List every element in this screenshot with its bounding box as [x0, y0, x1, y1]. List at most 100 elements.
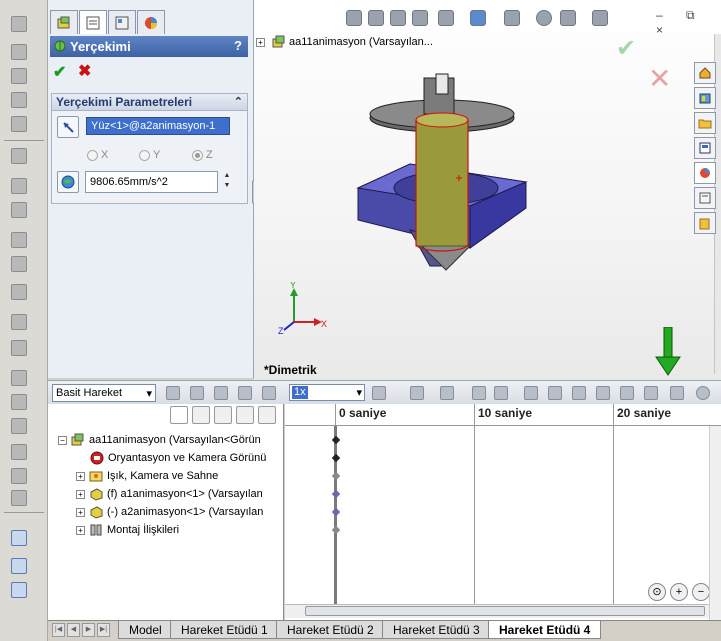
- autokey-icon[interactable]: [372, 386, 386, 400]
- expand-icon[interactable]: +: [256, 37, 265, 47]
- tree-row[interactable]: + (-) a2animasyon<1> (Varsayılan: [76, 503, 282, 521]
- autofit-tree-icon[interactable]: [258, 406, 276, 424]
- group-header[interactable]: Yerçekimi Parametreleri ⌃: [51, 93, 248, 111]
- view-settings-icon[interactable]: [592, 10, 608, 26]
- window-controls[interactable]: – ⧉ ×: [656, 8, 716, 37]
- axis-radio-y[interactable]: Y: [139, 149, 160, 161]
- hide-show-icon[interactable]: [11, 314, 27, 330]
- tree-row[interactable]: + (f) a1animasyon<1> (Varsayılan: [76, 485, 282, 503]
- filter-driving-icon[interactable]: [192, 406, 210, 424]
- apply-scene-icon[interactable]: [560, 10, 576, 26]
- zoom-to-fit-icon[interactable]: [346, 10, 362, 26]
- zoom-out-icon[interactable]: −: [692, 583, 710, 601]
- collapse-chevron-icon[interactable]: ⌃: [234, 94, 243, 110]
- animation-wizard-icon[interactable]: [440, 386, 454, 400]
- help-button[interactable]: ?: [234, 38, 242, 53]
- smart-dimension-icon[interactable]: [11, 44, 27, 60]
- direction-button[interactable]: [57, 116, 79, 138]
- confirm-corner-cancel-icon[interactable]: ✕: [648, 62, 671, 95]
- file-explorer-tab[interactable]: [694, 112, 716, 134]
- previous-tab-icon[interactable]: ◀: [67, 623, 80, 637]
- tab-study-3[interactable]: Hareket Etüdü 3: [382, 621, 491, 639]
- assembly-features-icon[interactable]: [11, 178, 27, 194]
- scrollbar-thumb[interactable]: [305, 606, 705, 616]
- insert-component-icon[interactable]: [11, 370, 27, 386]
- zoom-to-area-icon[interactable]: [368, 10, 384, 26]
- motion-study-properties-icon[interactable]: [644, 386, 658, 400]
- gravity-toolbar-icon[interactable]: [548, 386, 562, 400]
- value-spinner[interactable]: ▲ ▼: [220, 171, 234, 193]
- edit-component-icon[interactable]: [11, 340, 27, 356]
- linear-pattern-icon[interactable]: [11, 68, 27, 84]
- previous-view-icon[interactable]: [390, 10, 406, 26]
- calculate-icon[interactable]: [166, 386, 180, 400]
- tree-row[interactable]: Oryantasyon ve Kamera Görünü: [90, 449, 282, 467]
- force-icon[interactable]: [596, 386, 610, 400]
- edit-appearance-icon[interactable]: [536, 10, 552, 26]
- motor-icon[interactable]: [472, 386, 486, 400]
- design-library-tab[interactable]: [694, 87, 716, 109]
- view-orientation-icon[interactable]: [438, 10, 454, 26]
- section-view-icon[interactable]: [11, 530, 27, 546]
- save-animation-icon[interactable]: [410, 386, 424, 400]
- last-tab-icon[interactable]: ▶|: [97, 623, 110, 637]
- magnetic-mate-icon[interactable]: [11, 490, 27, 506]
- tab-model[interactable]: Model: [118, 621, 173, 639]
- filter-animated-icon[interactable]: [170, 406, 188, 424]
- expand-icon[interactable]: +: [76, 507, 85, 517]
- smart-fasteners-icon[interactable]: [11, 418, 27, 434]
- play-icon[interactable]: [214, 386, 228, 400]
- axis-radio-x[interactable]: X: [87, 149, 108, 161]
- custom-properties-tab[interactable]: [694, 187, 716, 209]
- tree-row[interactable]: + Işık, Kamera ve Sahne: [76, 467, 282, 485]
- home-tab[interactable]: [694, 62, 716, 84]
- model-view[interactable]: [350, 70, 540, 290]
- bom-icon[interactable]: [11, 468, 27, 484]
- explode-line-icon[interactable]: [11, 284, 27, 300]
- contact-icon[interactable]: [524, 386, 538, 400]
- tree-row[interactable]: + Montaj İlişkileri: [76, 521, 282, 539]
- tab-study-2[interactable]: Hareket Etüdü 2: [276, 621, 385, 639]
- section-view-icon[interactable]: [412, 10, 428, 26]
- study-type-select[interactable]: Basit Hareket ▾: [52, 384, 156, 402]
- explode-icon[interactable]: [11, 256, 27, 272]
- gravity-value-input[interactable]: 9806.65mm/s^2: [85, 171, 218, 193]
- stop-icon[interactable]: [238, 386, 252, 400]
- timeline-vertical-scrollbar[interactable]: [709, 426, 721, 620]
- display-style-icon[interactable]: [11, 582, 27, 598]
- documents-tab[interactable]: [694, 212, 716, 234]
- appearances-tab[interactable]: [694, 162, 716, 184]
- spring-icon[interactable]: [494, 386, 508, 400]
- hide-show-items-icon[interactable]: [504, 10, 520, 26]
- zoom-in-icon[interactable]: +: [670, 583, 688, 601]
- play-from-start-icon[interactable]: [190, 386, 204, 400]
- collapse-study-icon[interactable]: [670, 386, 684, 400]
- results-icon[interactable]: [620, 386, 634, 400]
- zoom-to-fit-icon[interactable]: ⊙: [648, 583, 666, 601]
- property-manager-tab[interactable]: [79, 10, 107, 34]
- collapse-icon[interactable]: −: [58, 435, 67, 445]
- display-manager-tab[interactable]: [137, 10, 165, 34]
- display-style-icon[interactable]: [470, 10, 486, 26]
- view-orientation-icon[interactable]: [11, 558, 27, 574]
- axis-radio-z[interactable]: Z: [192, 149, 213, 161]
- playback-mode-icon[interactable]: [262, 386, 276, 400]
- new-part-icon[interactable]: [11, 394, 27, 410]
- first-tab-icon[interactable]: |◀: [52, 623, 65, 637]
- expand-icon[interactable]: +: [76, 471, 85, 481]
- flyout-tree[interactable]: + aa11animasyon (Varsayılan...: [256, 34, 456, 50]
- ok-button[interactable]: ✔: [53, 62, 66, 82]
- filter-selected-icon[interactable]: [214, 406, 232, 424]
- next-tab-icon[interactable]: ▶: [82, 623, 95, 637]
- expand-icon[interactable]: +: [76, 489, 85, 499]
- tab-study-1[interactable]: Hareket Etüdü 1: [170, 621, 279, 639]
- confirm-corner-ok-icon[interactable]: ✔: [616, 34, 636, 63]
- rotate-component-icon[interactable]: [11, 148, 27, 164]
- assembly-xpert-icon[interactable]: [11, 444, 27, 460]
- cancel-button[interactable]: ✖: [78, 61, 91, 81]
- tab-study-4[interactable]: Hareket Etüdü 4: [488, 621, 602, 639]
- view-palette-tab[interactable]: [694, 137, 716, 159]
- filter-results-icon[interactable]: [236, 406, 254, 424]
- feature-manager-tab[interactable]: [50, 10, 78, 34]
- move-component-icon[interactable]: [11, 116, 27, 132]
